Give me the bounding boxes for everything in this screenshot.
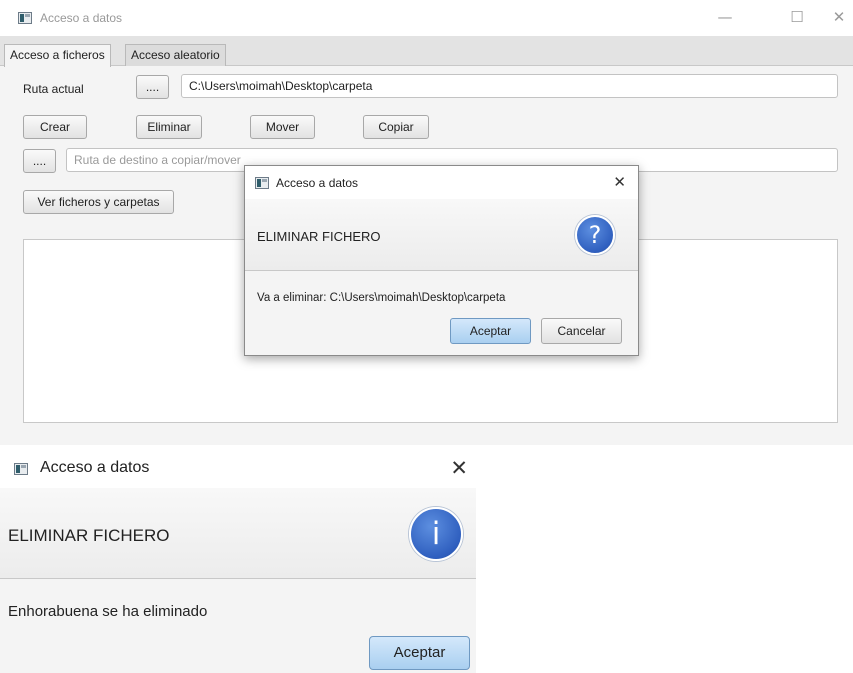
- move-button[interactable]: Mover: [250, 115, 315, 139]
- window-title: Acceso a datos: [40, 11, 123, 25]
- app-icon: [14, 463, 28, 475]
- current-path-field[interactable]: C:\Users\moimah\Desktop\carpeta: [181, 74, 838, 98]
- dialog-titlebar: Acceso a datos ✕: [245, 166, 638, 199]
- question-icon: ?: [575, 215, 615, 255]
- dialog-header: ELIMINAR FICHERO i: [0, 488, 476, 579]
- dialog-title: Acceso a datos: [40, 459, 150, 476]
- accept-button[interactable]: Aceptar: [369, 636, 470, 670]
- create-button[interactable]: Crear: [23, 115, 87, 139]
- dialog-header: ELIMINAR FICHERO ?: [245, 199, 638, 271]
- app-icon: [18, 12, 32, 24]
- close-icon[interactable]: ✕: [613, 173, 626, 191]
- confirm-dialog: Acceso a datos ✕ ELIMINAR FICHERO ? Va a…: [244, 165, 639, 356]
- close-icon[interactable]: ✕: [450, 456, 468, 480]
- dialog-title: Acceso a datos: [276, 176, 359, 190]
- maximize-button[interactable]: ☐: [787, 7, 807, 27]
- dialog-header-text: ELIMINAR FICHERO: [257, 229, 381, 244]
- view-files-button[interactable]: Ver ficheros y carpetas: [23, 190, 174, 214]
- close-button[interactable]: ✕: [829, 7, 849, 27]
- dialog-message: Va a eliminar: C:\Users\moimah\Desktop\c…: [257, 292, 506, 304]
- tab-bar: Acceso a ficheros Acceso aleatorio: [0, 36, 853, 67]
- tab-acceso-ficheros[interactable]: Acceso a ficheros: [4, 44, 111, 67]
- delete-button[interactable]: Eliminar: [136, 115, 202, 139]
- tab-acceso-aleatorio[interactable]: Acceso aleatorio: [125, 44, 226, 66]
- copy-button[interactable]: Copiar: [363, 115, 429, 139]
- browse-destination-button[interactable]: ....: [23, 149, 56, 173]
- browse-path-button[interactable]: ....: [136, 75, 169, 99]
- window-titlebar: Acceso a datos — ☐ ✕: [0, 0, 853, 36]
- dialog-header-text: ELIMINAR FICHERO: [8, 526, 170, 545]
- info-dialog: Acceso a datos ✕ ELIMINAR FICHERO i Enho…: [0, 450, 476, 673]
- minimize-button[interactable]: —: [715, 7, 735, 27]
- path-label: Ruta actual: [23, 82, 84, 96]
- dialog-message: Enhorabuena se ha eliminado: [8, 603, 208, 620]
- info-icon: i: [409, 507, 463, 561]
- dialog-titlebar: Acceso a datos ✕: [0, 450, 476, 488]
- app-icon: [255, 177, 269, 189]
- cancel-button[interactable]: Cancelar: [541, 318, 622, 344]
- accept-button[interactable]: Aceptar: [450, 318, 531, 344]
